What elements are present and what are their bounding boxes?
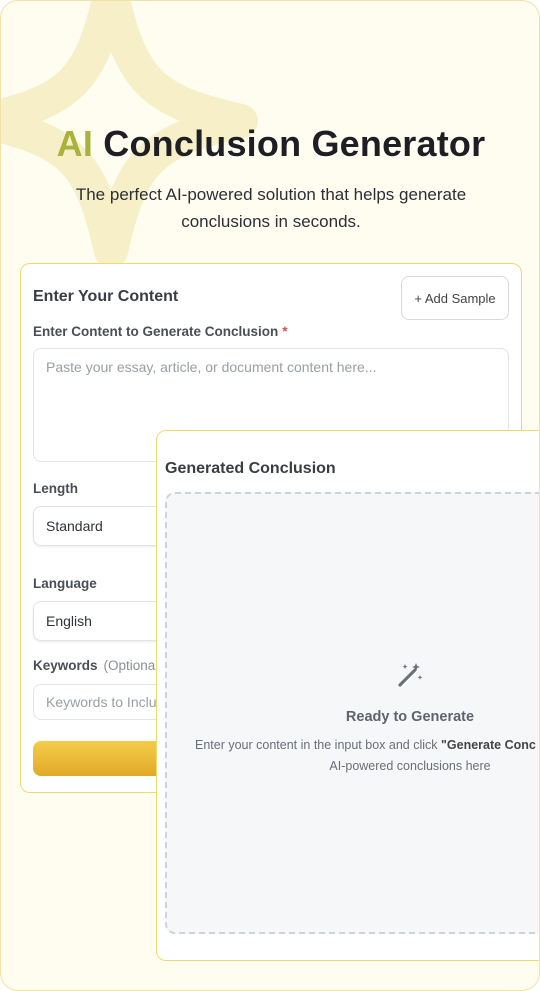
title-accent: AI <box>56 123 94 164</box>
content-label-text: Enter Content to Generate Conclusion <box>33 324 279 339</box>
ready-description-bold: "Generate Conc <box>440 738 536 752</box>
keywords-label: Keywords (Optiona <box>33 658 155 673</box>
ready-description: Enter your content in the input box and … <box>195 738 536 752</box>
output-card-heading: Generated Conclusion <box>165 460 336 477</box>
page-subtitle: The perfect AI-powered solution that hel… <box>75 185 467 231</box>
content-label: Enter Content to Generate Conclusion * <box>33 324 288 339</box>
length-select-value: Standard <box>46 518 103 534</box>
length-label: Length <box>33 481 78 496</box>
page-title: AI Conclusion Generator <box>1 123 539 165</box>
input-card-heading: Enter Your Content <box>33 288 179 305</box>
add-sample-button[interactable]: + Add Sample <box>401 276 509 320</box>
output-card: Generated Conclusion Ready to Generate E… <box>156 430 539 961</box>
ready-description-line2: AI-powered conclusions here <box>329 759 491 773</box>
language-select-value: English <box>46 613 92 629</box>
language-label: Language <box>33 576 97 591</box>
keywords-optional: (Optiona <box>103 658 156 673</box>
app-frame: AI Conclusion Generator The perfect AI-p… <box>0 0 540 991</box>
title-text: Conclusion Generator <box>103 123 486 164</box>
output-area: Ready to Generate Enter your content in … <box>165 492 539 934</box>
required-mark: * <box>282 324 288 339</box>
ready-description-prefix: Enter your content in the input box and … <box>195 738 441 752</box>
ready-title: Ready to Generate <box>345 709 475 725</box>
magic-wand-icon <box>398 663 423 687</box>
keywords-label-text: Keywords <box>33 658 98 673</box>
